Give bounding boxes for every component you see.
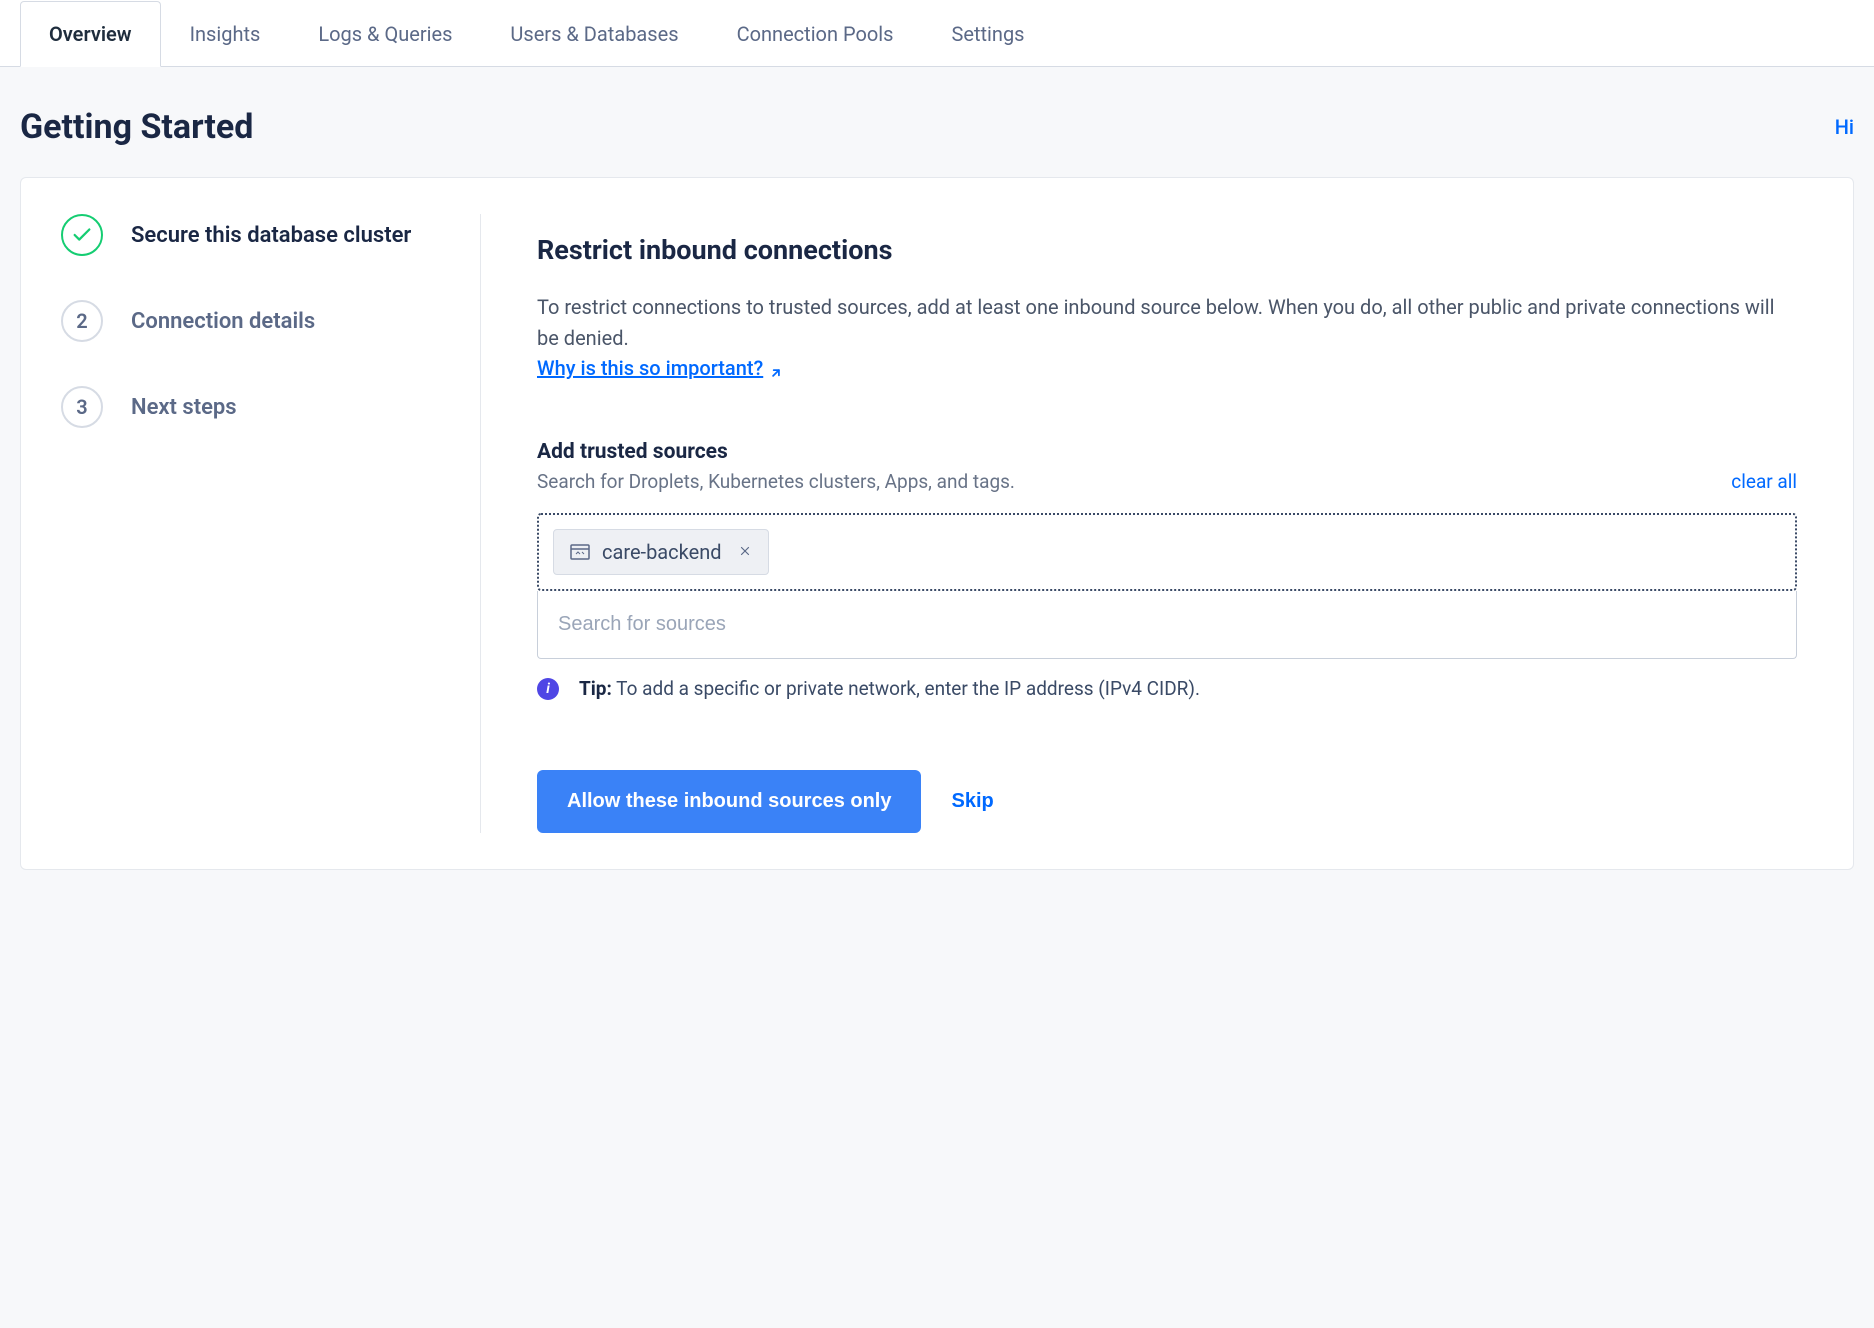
- chip-label: care-backend: [602, 540, 722, 564]
- clear-all-link[interactable]: clear all: [1731, 470, 1797, 493]
- step-number: 3: [61, 386, 103, 428]
- step-next-steps[interactable]: 3 Next steps: [61, 386, 440, 428]
- tip-text: Tip: To add a specific or private networ…: [579, 677, 1200, 700]
- step-secure-cluster[interactable]: Secure this database cluster: [61, 214, 440, 256]
- tip-body: To add a specific or private network, en…: [612, 677, 1200, 700]
- source-chip[interactable]: care-backend: [553, 529, 769, 575]
- tab-logs-queries[interactable]: Logs & Queries: [289, 1, 481, 67]
- page-header: Getting Started Hi: [0, 67, 1874, 177]
- hide-link[interactable]: Hi: [1835, 115, 1854, 139]
- getting-started-card: Secure this database cluster 2 Connectio…: [20, 177, 1854, 870]
- step-label: Next steps: [131, 395, 237, 420]
- add-trusted-title: Add trusted sources: [537, 440, 1015, 464]
- add-trusted-subtitle: Search for Droplets, Kubernetes clusters…: [537, 470, 1015, 493]
- steps-sidebar: Secure this database cluster 2 Connectio…: [21, 214, 481, 833]
- content-panel: Restrict inbound connections To restrict…: [481, 214, 1853, 833]
- tip-row: i Tip: To add a specific or private netw…: [537, 677, 1797, 700]
- step-number: 2: [61, 300, 103, 342]
- tab-users-databases[interactable]: Users & Databases: [481, 1, 707, 67]
- search-sources-input[interactable]: [537, 591, 1797, 659]
- tab-insights[interactable]: Insights: [161, 1, 290, 67]
- external-link-icon: [769, 361, 783, 375]
- tab-connection-pools[interactable]: Connection Pools: [708, 1, 923, 67]
- step-label: Connection details: [131, 309, 315, 334]
- add-trusted-header: Add trusted sources Search for Droplets,…: [537, 440, 1797, 493]
- close-icon[interactable]: [734, 542, 752, 563]
- skip-button[interactable]: Skip: [951, 790, 993, 813]
- page-title: Getting Started: [20, 107, 253, 147]
- why-important-link[interactable]: Why is this so important?: [537, 356, 783, 380]
- tabs-bar: Overview Insights Logs & Queries Users &…: [0, 0, 1874, 67]
- selected-sources-box: care-backend: [537, 513, 1797, 591]
- check-icon: [61, 214, 103, 256]
- tab-settings[interactable]: Settings: [922, 1, 1053, 67]
- section-heading: Restrict inbound connections: [537, 234, 1797, 266]
- add-trusted-sources-block: Add trusted sources Search for Droplets,…: [537, 440, 1797, 700]
- tab-overview[interactable]: Overview: [20, 1, 161, 67]
- tip-label: Tip:: [579, 677, 612, 700]
- app-icon: [570, 544, 590, 560]
- link-text: Why is this so important?: [537, 356, 763, 380]
- step-label: Secure this database cluster: [131, 223, 411, 248]
- step-connection-details[interactable]: 2 Connection details: [61, 300, 440, 342]
- allow-sources-button[interactable]: Allow these inbound sources only: [537, 770, 921, 833]
- info-icon: i: [537, 678, 559, 700]
- actions-row: Allow these inbound sources only Skip: [537, 770, 1797, 833]
- section-description: To restrict connections to trusted sourc…: [537, 292, 1797, 354]
